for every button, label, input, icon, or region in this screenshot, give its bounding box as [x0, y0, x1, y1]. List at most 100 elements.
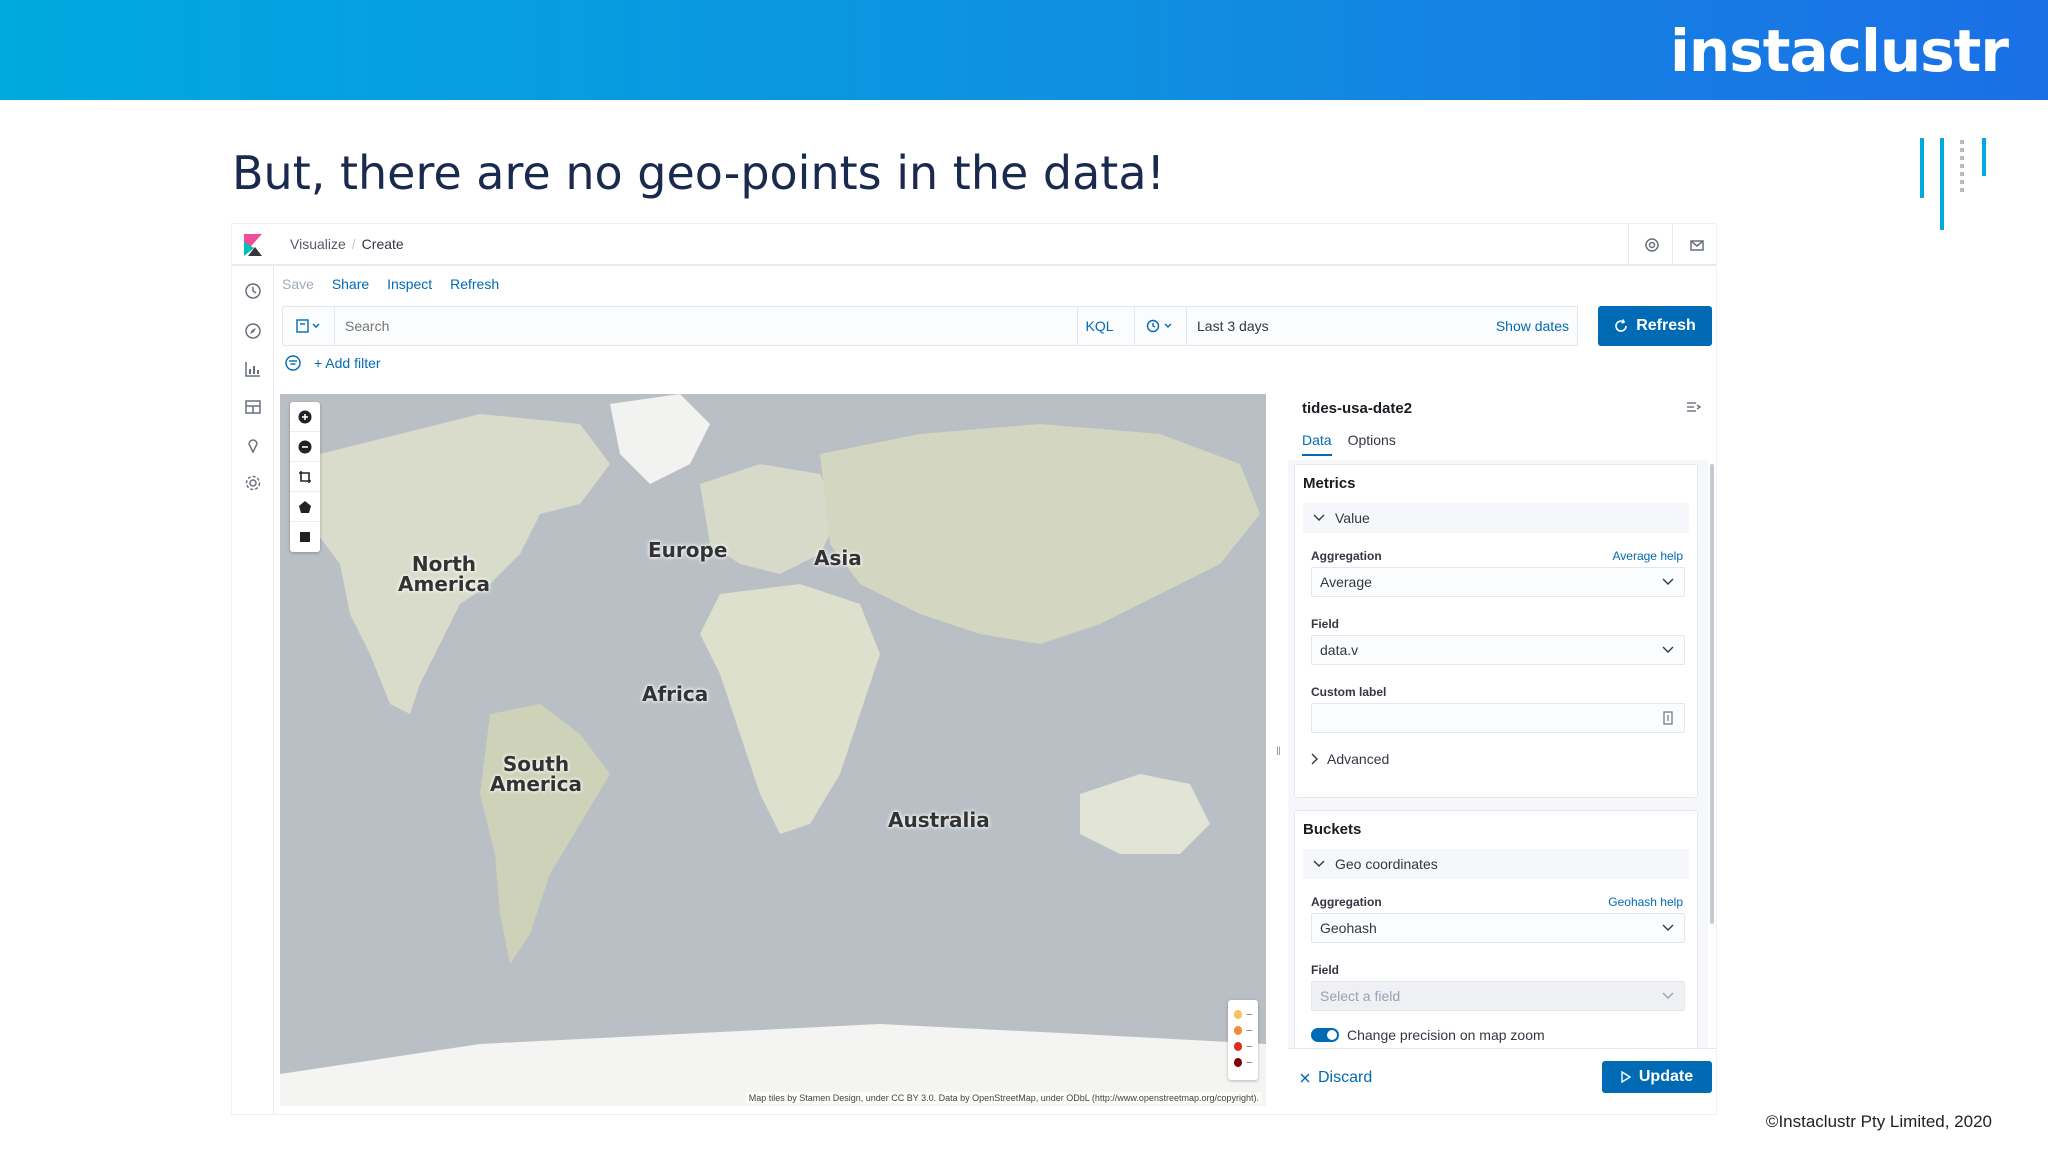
bucket-aggregation-select[interactable]: Geohash — [1311, 913, 1685, 943]
map-label-africa: Africa — [642, 682, 709, 706]
chevron-down-icon — [1662, 924, 1674, 931]
advanced-toggle[interactable]: Advanced — [1311, 751, 1389, 767]
map-canvas[interactable]: North America Europe Asia Africa South A… — [280, 394, 1266, 1106]
header-divider — [1672, 224, 1673, 266]
legend-dot — [1234, 1025, 1243, 1035]
brand-banner: instaclustr — [0, 0, 2048, 100]
zoom-out-button[interactable] — [290, 432, 320, 462]
metrics-panel: Metrics Value Aggregation Average help A… — [1294, 464, 1698, 798]
mail-icon[interactable] — [1686, 234, 1708, 256]
legend-row: – — [1234, 1038, 1252, 1054]
discard-label: Discard — [1318, 1069, 1373, 1086]
average-help-link[interactable]: Average help — [1613, 549, 1684, 563]
app-header: Visualize / Create — [232, 224, 1716, 266]
show-dates-link[interactable]: Show dates — [1496, 318, 1569, 334]
map-legend: – – – – — [1228, 1000, 1258, 1080]
discard-button[interactable]: Discard — [1300, 1069, 1372, 1087]
share-link[interactable]: Share — [332, 276, 369, 292]
refresh-link[interactable]: Refresh — [450, 276, 499, 292]
decorative-lines — [1920, 138, 1986, 230]
geohash-help-link[interactable]: Geohash help — [1608, 895, 1683, 909]
map-label-north-america: North America — [398, 552, 490, 596]
saved-query-button[interactable] — [283, 307, 335, 345]
draw-rectangle-button[interactable] — [290, 522, 320, 552]
aggregation-label: Aggregation — [1311, 895, 1382, 909]
saved-query-icon — [295, 319, 319, 333]
inspect-link[interactable]: Inspect — [387, 276, 432, 292]
discover-compass-icon[interactable] — [242, 320, 264, 342]
top-nav-links: Save Share Inspect Refresh — [282, 276, 513, 292]
management-gear-icon[interactable] — [242, 472, 264, 494]
aggregation-label: Aggregation — [1311, 549, 1382, 563]
refresh-button-label: Refresh — [1636, 317, 1696, 334]
buckets-panel: Buckets Geo coordinates Aggregation Geoh… — [1294, 810, 1698, 1048]
bucket-aggregation-value: Geohash — [1320, 920, 1377, 936]
metric-aggregation-select[interactable]: Average — [1311, 567, 1685, 597]
quick-menu-button[interactable] — [1135, 307, 1187, 345]
search-input[interactable] — [345, 318, 1045, 334]
metric-value-toggle[interactable]: Value — [1303, 503, 1689, 533]
map-attribution[interactable]: Map tiles by Stamen Design, under CC BY … — [745, 1092, 1262, 1104]
legend-row: – — [1234, 1006, 1252, 1022]
precision-toggle-row: Change precision on map zoom — [1311, 1027, 1545, 1043]
precision-toggle-switch[interactable] — [1311, 1028, 1339, 1042]
legend-dot — [1234, 1009, 1243, 1019]
map-label-europe: Europe — [648, 538, 728, 562]
kibana-logo-icon[interactable] — [242, 234, 264, 256]
tab-options[interactable]: Options — [1348, 432, 1396, 456]
save-link[interactable]: Save — [282, 276, 314, 292]
draw-polygon-button[interactable] — [290, 492, 320, 522]
header-divider — [1628, 224, 1629, 266]
metric-item-label: Value — [1335, 510, 1370, 526]
buckets-title: Buckets — [1303, 821, 1362, 838]
zoom-in-button[interactable] — [290, 402, 320, 432]
brand-logo: instaclustr — [1670, 17, 2009, 85]
collapse-sidebar-icon[interactable] — [1686, 400, 1702, 416]
update-button[interactable]: Update — [1602, 1061, 1712, 1093]
breadcrumb: Visualize / Create — [290, 236, 404, 252]
bucket-field-placeholder: Select a field — [1320, 988, 1401, 1004]
dashboard-icon[interactable] — [242, 396, 264, 418]
chevron-down-icon — [1662, 578, 1674, 585]
bucket-item-label: Geo coordinates — [1335, 856, 1438, 872]
index-pattern-title: tides-usa-date2 — [1302, 400, 1413, 417]
slide: instaclustr But, there are no geo-points… — [0, 0, 2048, 1152]
field-label: Field — [1311, 617, 1340, 631]
kql-toggle[interactable]: KQL — [1077, 307, 1121, 345]
help-globe-icon[interactable] — [1641, 234, 1663, 256]
maps-pin-icon[interactable] — [242, 434, 264, 456]
breadcrumb-visualize[interactable]: Visualize — [290, 236, 346, 252]
editor-footer: Discard Update — [1288, 1048, 1716, 1106]
vis-editor-sidebar: tides-usa-date2 Data Options Metrics Val… — [1288, 394, 1716, 1114]
visualize-chart-icon[interactable] — [242, 358, 264, 380]
editor-scrollbar[interactable] — [1710, 464, 1714, 924]
legend-row: – — [1234, 1054, 1252, 1070]
refresh-icon — [1615, 319, 1628, 332]
time-range-text[interactable]: Last 3 days — [1197, 318, 1269, 334]
filter-bar: + Add filter — [284, 354, 381, 372]
map-label-asia: Asia — [814, 546, 862, 570]
resize-handle[interactable]: ‖ — [1276, 744, 1282, 760]
metric-aggregation-value: Average — [1320, 574, 1372, 590]
field-label: Field — [1311, 963, 1340, 977]
add-filter-link[interactable]: + Add filter — [314, 355, 381, 371]
chevron-down-icon — [1662, 992, 1674, 999]
date-picker: Last 3 days Show dates — [1134, 306, 1578, 346]
fit-bounds-button[interactable] — [290, 462, 320, 492]
editor-tabs: Data Options — [1302, 432, 1396, 456]
custom-label-input[interactable] — [1311, 703, 1685, 733]
geo-coordinates-toggle[interactable]: Geo coordinates — [1303, 849, 1689, 879]
side-nav — [232, 266, 274, 1114]
map-label-australia: Australia — [888, 808, 990, 832]
bucket-field-select[interactable]: Select a field — [1311, 981, 1685, 1011]
tab-data[interactable]: Data — [1302, 432, 1332, 456]
recent-clock-icon[interactable] — [242, 280, 264, 302]
advanced-label: Advanced — [1327, 751, 1390, 767]
text-field-icon — [1663, 711, 1673, 725]
filter-icon[interactable] — [284, 354, 302, 372]
metric-field-select[interactable]: data.v — [1311, 635, 1685, 665]
update-label: Update — [1638, 1068, 1694, 1085]
kibana-window: Visualize / Create Save Share Inspect Re… — [232, 224, 1716, 1114]
refresh-button[interactable]: Refresh — [1598, 306, 1712, 346]
editor-scroll-area[interactable]: Metrics Value Aggregation Average help A… — [1288, 460, 1708, 1048]
